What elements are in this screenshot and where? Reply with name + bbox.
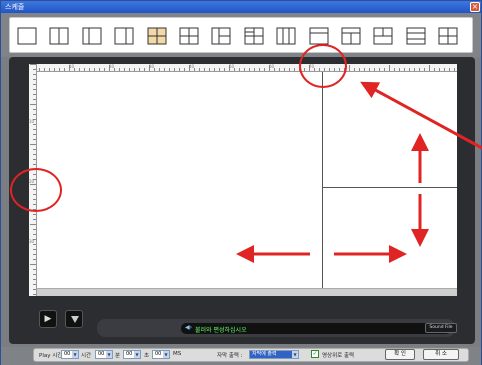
- annotation-arrows: [236, 81, 482, 263]
- arrow-pointer-topright: [360, 81, 482, 150]
